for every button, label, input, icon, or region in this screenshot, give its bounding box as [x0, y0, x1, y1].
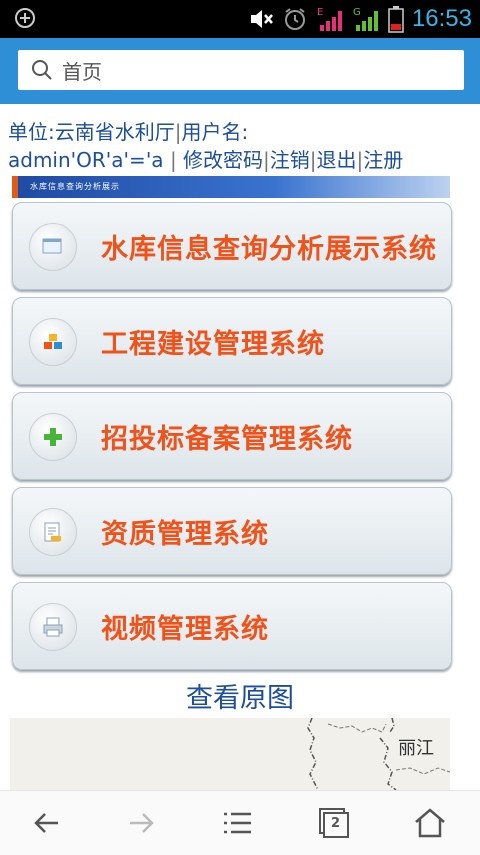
- view-original-link[interactable]: 查看原图: [0, 676, 480, 715]
- svg-text:G: G: [353, 7, 361, 18]
- system-menu: 水库信息查询分析展示系统 工程建设管理系统 招投标备案管理系统 资质管理系统 视…: [12, 202, 452, 677]
- bottom-navigation: 2: [0, 790, 480, 855]
- tab-count: 2: [331, 816, 341, 831]
- menu-item-bidding[interactable]: 招投标备案管理系统: [12, 392, 452, 480]
- browser-toolbar: 首页: [0, 38, 480, 104]
- banner-accent: [12, 176, 18, 198]
- back-arrow-icon: [34, 813, 58, 833]
- plus-icon: [44, 428, 62, 446]
- signal-e-icon: E: [317, 7, 342, 31]
- menu-label: 水库信息查询分析展示系统: [101, 234, 437, 265]
- menu-icon-circle: [29, 318, 77, 366]
- blocks-icon: [44, 334, 62, 349]
- user-label: 用户名:: [181, 120, 249, 144]
- map-image: 丽江: [10, 718, 450, 790]
- status-bar: E G 16:53: [0, 0, 480, 38]
- document-icon: [44, 522, 61, 542]
- menu-icon-circle: [29, 413, 77, 461]
- home-icon: [415, 808, 445, 838]
- unit-value: 云南省水利厅: [54, 120, 175, 144]
- menu-button[interactable]: [220, 805, 260, 841]
- forward-arrow-icon: [130, 813, 154, 833]
- list-menu-icon: [224, 812, 251, 834]
- tabs-button[interactable]: 2: [316, 805, 356, 841]
- banner-text: 水库信息查询分析展示: [30, 182, 120, 191]
- exit-link[interactable]: 退出: [317, 148, 357, 172]
- menu-label: 招投标备案管理系统: [101, 424, 353, 455]
- header-banner: 水库信息查询分析展示: [12, 176, 450, 198]
- map-label: 丽江: [398, 738, 434, 759]
- unit-label: 单位:: [8, 120, 55, 144]
- add-circle-icon: [15, 8, 35, 28]
- logout-link[interactable]: 注销: [270, 148, 310, 172]
- map-boundaries: [307, 718, 450, 790]
- menu-item-qualification[interactable]: 资质管理系统: [12, 487, 452, 575]
- menu-icon-circle: [29, 223, 77, 271]
- menu-item-reservoir[interactable]: 水库信息查询分析展示系统: [12, 202, 452, 290]
- menu-label: 资质管理系统: [101, 519, 269, 550]
- search-icon: [32, 60, 52, 80]
- menu-icon-circle: [29, 508, 77, 556]
- battery-icon: [388, 6, 404, 33]
- change-password-link[interactable]: 修改密码: [183, 148, 263, 172]
- menu-item-construction[interactable]: 工程建设管理系统: [12, 297, 452, 385]
- menu-label: 视频管理系统: [101, 614, 269, 645]
- menu-icon-circle: [29, 603, 77, 651]
- printer-icon: [43, 617, 63, 637]
- signal-g-icon: G: [353, 7, 378, 31]
- user-info: 单位:云南省水利厅|用户名: admin'OR'a'='a | 修改密码|注销|…: [8, 120, 404, 172]
- alarm-icon: [284, 8, 305, 30]
- menu-label: 工程建设管理系统: [101, 329, 325, 360]
- back-button[interactable]: [28, 805, 68, 841]
- url-text: 首页: [62, 59, 102, 84]
- clock: 16:53: [411, 5, 472, 32]
- user-value: admin'OR'a'='a: [8, 148, 164, 172]
- svg-text:E: E: [317, 7, 323, 18]
- register-link[interactable]: 注册: [363, 148, 403, 172]
- url-field[interactable]: 首页: [18, 50, 464, 90]
- mute-icon: [250, 10, 273, 28]
- menu-item-video[interactable]: 视频管理系统: [12, 582, 452, 670]
- home-button[interactable]: [412, 805, 452, 841]
- forward-button[interactable]: [124, 805, 164, 841]
- window-icon: [42, 238, 62, 254]
